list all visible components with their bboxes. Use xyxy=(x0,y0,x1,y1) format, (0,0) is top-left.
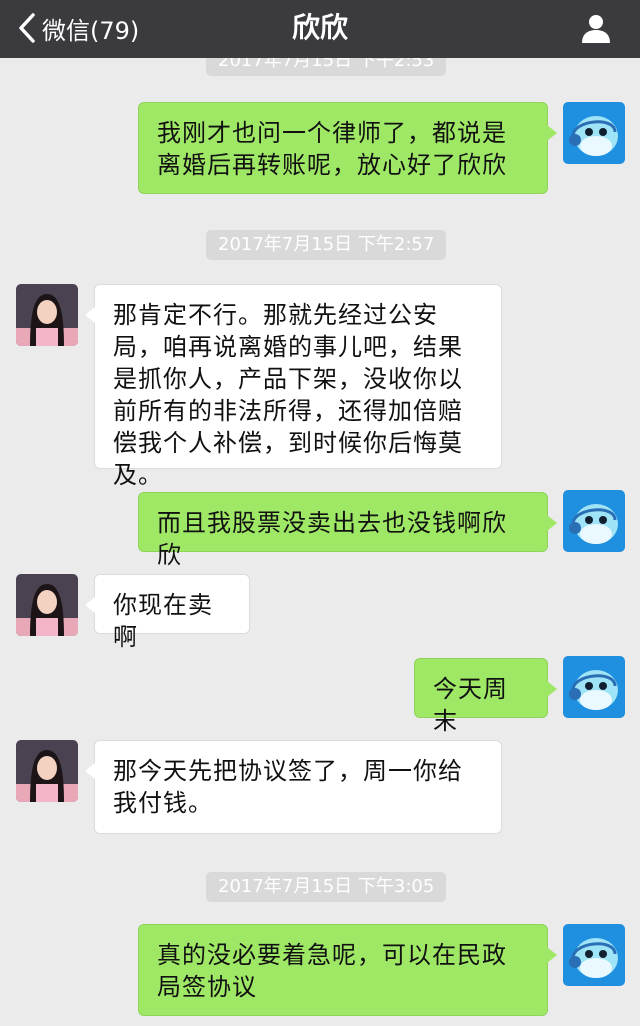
self-avatar[interactable] xyxy=(563,102,625,164)
message-bubble-outgoing[interactable]: 真的没必要着急呢，可以在民政局签协议 xyxy=(138,924,557,1016)
blue-cartoon-avatar-icon xyxy=(563,490,625,552)
girl-photo-avatar-icon xyxy=(16,740,78,802)
message-bubble-outgoing[interactable]: 今天周末 xyxy=(414,658,557,735)
contact-avatar[interactable] xyxy=(16,574,78,636)
contact-avatar[interactable] xyxy=(16,740,78,802)
message-bubble-outgoing[interactable]: 我刚才也问一个律师了，都说是离婚后再转账呢，放心好了欣欣 xyxy=(138,102,557,194)
blue-cartoon-avatar-icon xyxy=(563,924,625,986)
chat-title: 欣欣 xyxy=(291,11,348,44)
self-avatar[interactable] xyxy=(563,924,625,986)
girl-photo-avatar-icon xyxy=(16,284,78,346)
blue-cartoon-avatar-icon xyxy=(563,656,625,718)
timestamp: 2017年7月15日 下午2:57 xyxy=(206,230,447,260)
timestamp: 2017年7月15日 下午2:53 xyxy=(206,58,447,76)
chat-area[interactable]: 2017年7月15日 下午2:53 我刚才也问一个律师了，都说是离婚后再转账呢，… xyxy=(0,58,640,1026)
message-bubble-incoming[interactable]: 那今天先把协议签了，周一你给我付钱。 xyxy=(85,740,502,834)
message-bubble-outgoing[interactable]: 而且我股票没卖出去也没钱啊欣欣 xyxy=(138,492,557,569)
girl-photo-avatar-icon xyxy=(16,574,78,636)
message-bubble-incoming[interactable]: 那肯定不行。那就先经过公安局，咱再说离婚的事儿吧，结果是抓你人，产品下架，没收你… xyxy=(85,284,502,489)
self-avatar[interactable] xyxy=(563,490,625,552)
self-avatar[interactable] xyxy=(563,656,625,718)
person-icon[interactable] xyxy=(580,12,612,44)
message-bubble-incoming[interactable]: 你现在卖啊 xyxy=(85,574,250,651)
nav-bar: 微信(79) 欣欣 xyxy=(0,0,640,58)
contact-avatar[interactable] xyxy=(16,284,78,346)
timestamp: 2017年7月15日 下午3:05 xyxy=(206,872,447,902)
blue-cartoon-avatar-icon xyxy=(563,102,625,164)
